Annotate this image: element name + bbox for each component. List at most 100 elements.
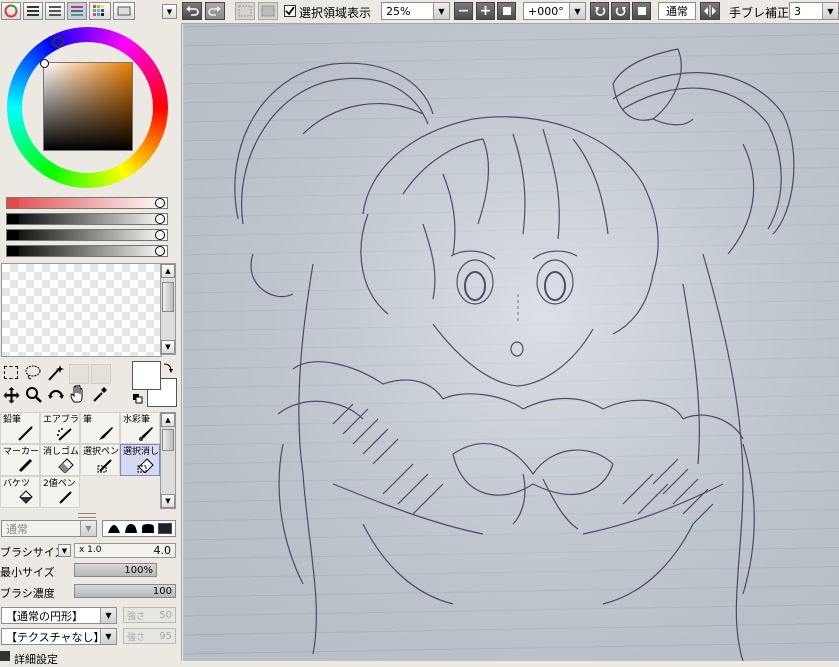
tool-binary-pen[interactable]: 2値ペン <box>40 476 80 508</box>
deselect-icon <box>238 5 252 17</box>
brush-size-field[interactable]: x 1.0 4.0 <box>74 543 176 558</box>
red-swatch <box>7 198 19 208</box>
scroll-down-button[interactable]: ▼ <box>161 340 175 354</box>
eyedropper-icon[interactable] <box>91 385 109 403</box>
view-mode-label: 通常 <box>666 5 688 18</box>
rotate-left-button[interactable] <box>590 2 609 20</box>
tool-selection-eraser[interactable]: 選択消し <box>120 444 160 476</box>
deselect-button[interactable] <box>235 2 255 20</box>
brush-shape-round-icon[interactable] <box>141 524 155 534</box>
lasso-icon[interactable] <box>24 364 42 380</box>
view-mode-button[interactable]: 通常 <box>658 2 696 20</box>
hsv-sliders-tab[interactable] <box>45 2 65 20</box>
density-value: 100 <box>152 585 172 597</box>
blue-slider[interactable] <box>6 229 168 241</box>
brush-shape-flat-icon[interactable] <box>107 524 121 534</box>
zoom-icon[interactable] <box>25 386 43 404</box>
scroll-thumb[interactable] <box>162 429 174 451</box>
zoom-value: 25% <box>386 4 411 18</box>
slider-knob[interactable] <box>155 246 165 256</box>
brush-icon <box>99 427 113 440</box>
tool-bucket[interactable]: バケツ <box>0 476 40 508</box>
brush-size-dropdown[interactable]: ▼ <box>58 544 71 557</box>
advanced-label: 詳細設定 <box>14 653 58 666</box>
tool-eraser[interactable]: 消しゴム <box>40 444 80 476</box>
canvas-area[interactable] <box>183 24 839 661</box>
density-slider[interactable]: 100 <box>74 584 176 598</box>
blend-mode-select[interactable]: 通常 ▼ <box>1 520 97 537</box>
texture-value: 【テクスチャなし】 <box>6 630 105 644</box>
hand-icon[interactable] <box>69 385 87 404</box>
selection-eraser-icon <box>137 458 154 473</box>
watercolor-icon <box>139 427 153 441</box>
rotation-reset-button[interactable] <box>632 2 651 20</box>
texture-strength-slider[interactable]: 強さ 95 <box>123 628 176 644</box>
zoom-out-button[interactable]: − <box>454 2 473 20</box>
magic-wand-icon[interactable] <box>46 364 64 382</box>
color-wheel-tab[interactable] <box>1 2 21 20</box>
flip-button[interactable] <box>700 2 720 20</box>
tool-palette-scrollbar[interactable]: ▲ ▼ <box>160 412 176 509</box>
texture-select[interactable]: 【テクスチャなし】 ▼ <box>1 628 117 645</box>
red-slider[interactable] <box>6 197 168 209</box>
rotate-icon[interactable] <box>47 386 65 404</box>
slider-knob[interactable] <box>155 230 165 240</box>
scratchpad-icon <box>117 6 131 16</box>
tool-marker[interactable]: マーカー <box>0 444 40 476</box>
tool-watercolor[interactable]: 水彩筆 <box>120 412 160 444</box>
shape-strength-label: 強さ <box>127 611 146 622</box>
primary-color-swatch[interactable] <box>132 361 161 390</box>
panel-splitter[interactable] <box>78 513 96 518</box>
zoom-in-button[interactable]: + <box>476 2 495 20</box>
scratchpad-tab[interactable] <box>113 2 135 20</box>
reset-colors-icon[interactable] <box>133 394 143 404</box>
tool-pencil[interactable]: 鉛筆 <box>0 412 40 444</box>
pencil-icon <box>18 426 33 441</box>
rotate-right-button[interactable] <box>611 2 630 20</box>
bucket-icon <box>19 490 33 504</box>
shape-strength-slider[interactable]: 強さ 50 <box>123 607 176 623</box>
tool-airbrush[interactable]: エアブラシ <box>40 412 80 444</box>
stabilizer-select[interactable]: 3 ▼ <box>789 2 839 20</box>
move-icon[interactable] <box>3 387 20 404</box>
swap-colors-icon[interactable] <box>162 362 174 374</box>
rotation-select[interactable]: +000° ▼ <box>523 2 586 20</box>
scroll-up-button[interactable]: ▲ <box>161 413 175 427</box>
mixer-tab[interactable] <box>67 2 87 20</box>
green-slider[interactable] <box>6 213 168 225</box>
undo-button[interactable] <box>182 2 202 20</box>
scratch-pad[interactable] <box>1 263 162 357</box>
brush-shape-square-icon[interactable] <box>158 523 172 534</box>
swatches-tab[interactable] <box>89 2 111 20</box>
rgb-sliders-tab[interactable] <box>23 2 43 20</box>
scratch-pad-scrollbar[interactable]: ▲ ▼ <box>160 263 176 355</box>
scroll-up-button[interactable]: ▲ <box>161 264 175 278</box>
rect-select-icon[interactable] <box>4 366 18 379</box>
sliders-icon <box>49 6 61 16</box>
color-bars-icon <box>71 6 83 16</box>
sv-marker[interactable] <box>40 59 49 68</box>
brush-size-value: 4.0 <box>153 544 172 557</box>
stabilizer-label: 手ブレ補正 <box>729 6 790 20</box>
slider-knob[interactable] <box>155 214 165 224</box>
scroll-down-button[interactable]: ▼ <box>161 494 175 508</box>
brush-shape-medium-icon[interactable] <box>124 524 138 534</box>
min-size-slider[interactable]: 100% <box>74 563 157 577</box>
advanced-toggle[interactable] <box>0 651 10 661</box>
redo-button[interactable] <box>205 2 225 20</box>
hue-marker[interactable] <box>52 36 64 48</box>
tool-selection-pen[interactable]: 選択ペン <box>80 444 120 476</box>
slider-knob[interactable] <box>155 198 165 208</box>
panel-collapse-button[interactable]: ▼ <box>162 4 177 19</box>
alpha-slider[interactable] <box>6 245 168 257</box>
blend-mode-value: 通常 <box>6 522 28 536</box>
scroll-thumb[interactable] <box>162 282 174 312</box>
zoom-select[interactable]: 25% ▼ <box>381 2 450 20</box>
invert-selection-icon <box>261 5 275 17</box>
tool-brush[interactable]: 筆 <box>80 412 120 444</box>
invert-selection-button[interactable] <box>258 2 278 20</box>
zoom-reset-button[interactable] <box>497 2 516 20</box>
brush-shape-select[interactable]: 【通常の円形】 ▼ <box>1 607 117 624</box>
saturation-value-square[interactable] <box>43 62 133 151</box>
show-selection-checkbox[interactable] <box>284 5 296 17</box>
